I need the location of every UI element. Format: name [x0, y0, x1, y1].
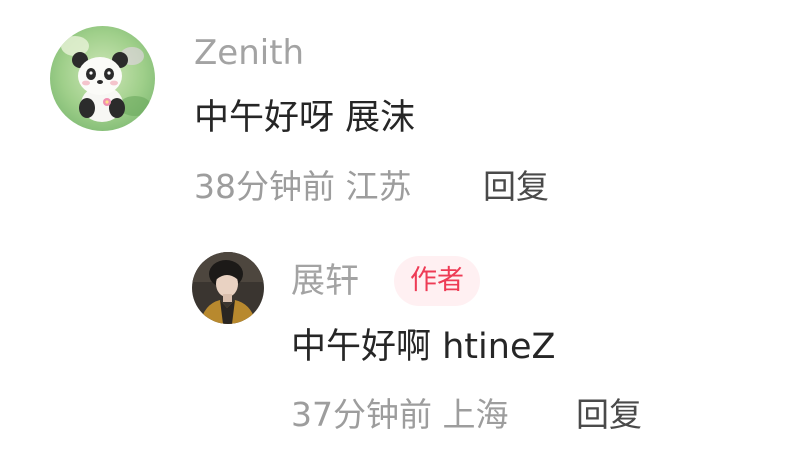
commenter-username[interactable]: Zenith	[194, 36, 304, 70]
commenter-avatar[interactable]	[50, 26, 155, 131]
reply-text: 中午好啊 htineZ	[291, 327, 556, 367]
comment-time: 38分钟前	[194, 167, 335, 206]
reply-time: 37分钟前	[291, 395, 432, 434]
person-avatar-icon	[192, 252, 264, 324]
reply-location: 上海	[442, 395, 509, 434]
author-badge: 作者	[394, 256, 480, 306]
comment-location: 江苏	[345, 167, 412, 206]
comment-reply-button[interactable]: 回复	[483, 170, 549, 203]
comment-text: 中午好呀 展沫	[194, 98, 416, 138]
panda-avatar-icon	[50, 26, 155, 131]
reply-author-username[interactable]: 展轩	[291, 264, 359, 298]
comment-meta: 38分钟前 江苏	[194, 170, 412, 203]
reply-reply-button[interactable]: 回复	[576, 398, 642, 431]
reply-author-avatar[interactable]	[192, 252, 264, 324]
reply-meta: 37分钟前 上海	[291, 398, 509, 431]
comment-thread: Zenith 中午好呀 展沫 38分钟前 江苏 回复 展轩 作者 中午好啊 ht…	[0, 0, 812, 469]
